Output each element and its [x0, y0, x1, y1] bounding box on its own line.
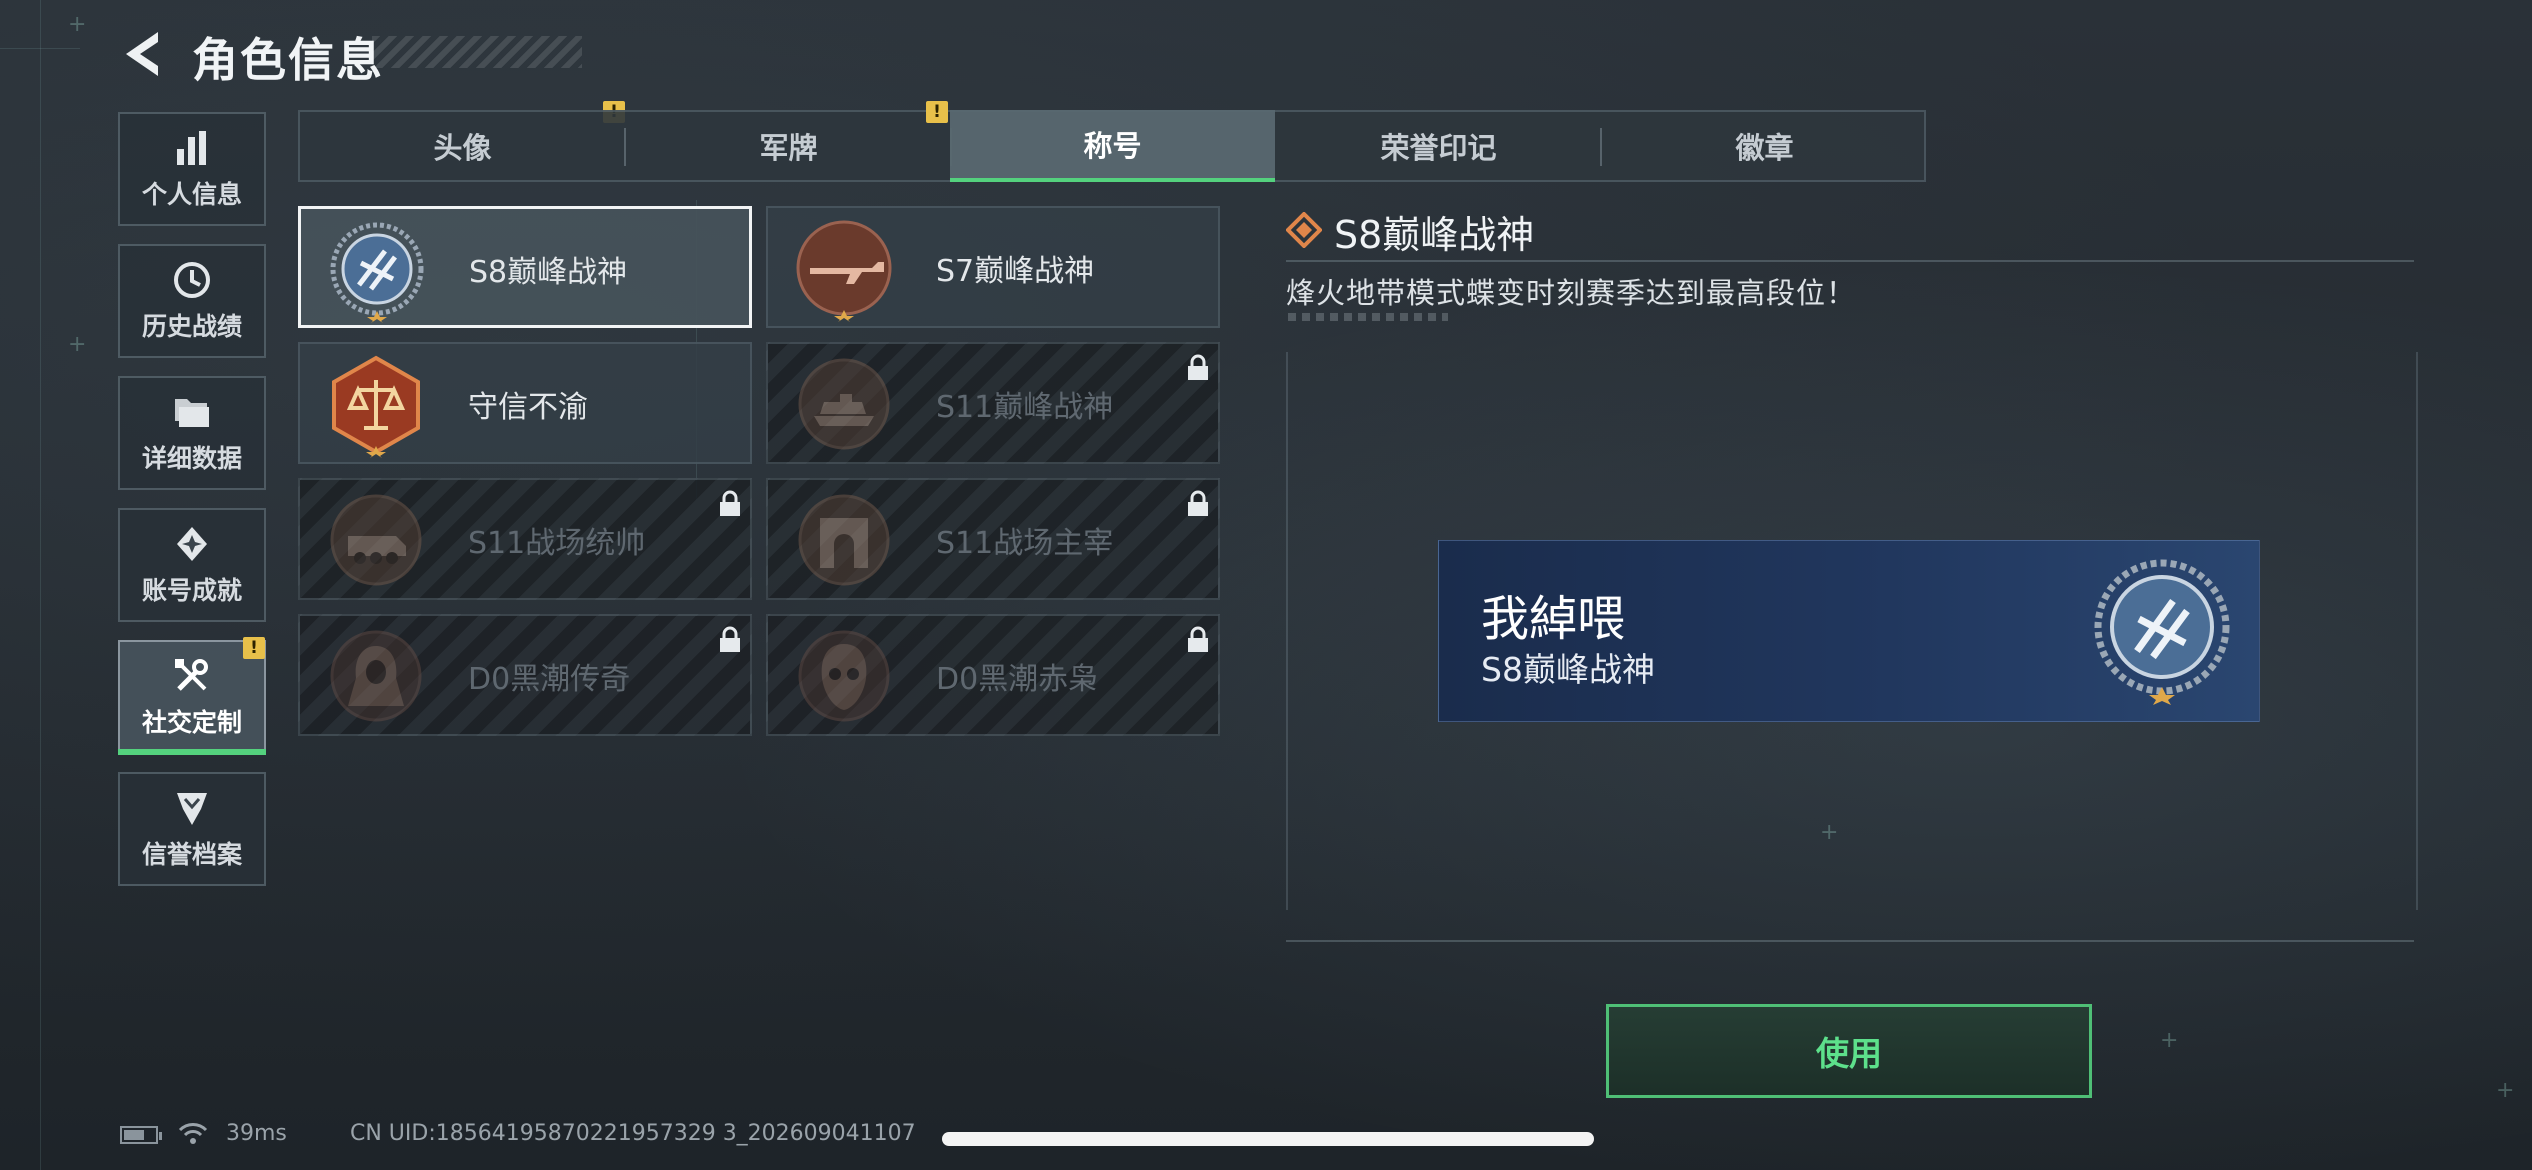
skull-mask-emblem-icon: [798, 630, 890, 722]
preview-player-name: 我綽喂: [1481, 591, 1626, 647]
sidebar-active-indicator: [118, 749, 266, 755]
sidebar-item-personal-info[interactable]: 个人信息: [118, 112, 266, 226]
title-decoration-stripe: [372, 36, 582, 68]
laurel-emblem-icon: [2094, 559, 2230, 705]
hooded-figure-emblem-icon: [330, 630, 422, 722]
title-name: S11战场统帅: [468, 526, 646, 561]
title-name: S11战场主宰: [936, 526, 1114, 561]
title-name: 守信不渝: [468, 390, 588, 425]
sidebar-item-achievements[interactable]: 账号成就: [118, 508, 266, 622]
lock-icon: [1188, 354, 1208, 380]
battery-icon: [120, 1126, 162, 1144]
sidebar-item-label: 信誉档案: [141, 840, 242, 869]
arch-emblem-icon: [798, 494, 890, 586]
detail-divider: [1286, 260, 2414, 262]
title-card-d0-black-tide-owl[interactable]: D0黑潮赤枭: [766, 614, 1220, 736]
preview-divider: [1286, 940, 2414, 942]
hud-frame-line: [0, 48, 80, 49]
preview-title: S8巅峰战神: [1481, 650, 1655, 689]
detail-title: S8巅峰战神: [1334, 213, 1535, 257]
bar-chart-icon: [177, 131, 206, 165]
title-card-d0-black-tide-legend[interactable]: D0黑潮传奇: [298, 614, 752, 736]
sidebar-item-label: 个人信息: [141, 180, 242, 209]
folder-icon: [175, 399, 209, 427]
rifle-emblem-icon: [796, 220, 892, 322]
title-card-s11-dominator[interactable]: S11战场主宰: [766, 478, 1220, 600]
laurel-emblem-icon: [330, 222, 424, 323]
armored-car-emblem-icon: [330, 494, 422, 586]
history-clock-icon: [174, 262, 210, 298]
diamond-marker-icon: [1286, 212, 1322, 248]
back-arrow-icon[interactable]: [118, 28, 166, 80]
tab-avatar[interactable]: 头像: [300, 110, 625, 182]
title-card-s11-commander[interactable]: S11战场统帅: [298, 478, 752, 600]
lock-icon: [1188, 626, 1208, 652]
hud-cross-marker: +: [2160, 1028, 2179, 1053]
detail-decoration: [1288, 313, 1448, 321]
tab-title[interactable]: 称号: [950, 110, 1275, 182]
uid-readout: CN UID:18564195870221957329 3_2026090411…: [350, 1121, 916, 1146]
hud-cross-marker: +: [68, 332, 87, 357]
sidebar-item-label: 历史战绩: [141, 312, 242, 341]
title-card-s8-peak[interactable]: S8巅峰战神: [298, 206, 752, 328]
sidebar-item-label: 社交定制: [141, 708, 242, 737]
title-card-s11-peak[interactable]: S11巅峰战神: [766, 342, 1220, 464]
use-button[interactable]: 使用: [1606, 1004, 2092, 1098]
shield-rank-icon: [177, 793, 207, 825]
detail-description: 烽火地带模式蝶变时刻赛季达到最高段位！: [1286, 276, 1857, 310]
title-card-s7-peak[interactable]: S7巅峰战神: [766, 206, 1220, 328]
tab-badge[interactable]: 徽章: [1602, 110, 1927, 182]
title-name: D0黑潮传奇: [468, 662, 631, 697]
hud-cross-marker: +: [2496, 1078, 2515, 1103]
title-name: S11巅峰战神: [936, 390, 1114, 425]
lock-icon: [720, 490, 740, 516]
page-title: 角色信息: [192, 33, 384, 87]
lock-icon: [1188, 490, 1208, 516]
ping-readout: 39ms: [226, 1121, 287, 1146]
sidebar-item-history[interactable]: 历史战绩: [118, 244, 266, 358]
sidebar-item-label: 账号成就: [141, 576, 242, 605]
title-name: D0黑潮赤枭: [936, 662, 1099, 697]
tools-icon: [175, 659, 208, 691]
wifi-icon: [178, 1123, 208, 1144]
namecard-preview: 我綽喂 S8巅峰战神: [1438, 540, 2260, 722]
title-name: S7巅峰战神: [936, 254, 1095, 289]
sidebar-item-label: 详细数据: [141, 444, 242, 473]
achievement-icon: [177, 527, 207, 561]
scales-emblem-icon: [332, 355, 420, 458]
title-card-keep-faith[interactable]: 守信不渝: [298, 342, 752, 464]
tab-honor-mark[interactable]: 荣誉印记: [1276, 110, 1601, 182]
home-indicator[interactable]: [942, 1132, 1594, 1146]
hud-cross-marker: +: [68, 12, 87, 37]
tab-alert-badge: !: [926, 101, 948, 123]
tab-dog-tag[interactable]: 军牌: [626, 110, 951, 182]
sidebar-alert-badge: !: [243, 637, 265, 659]
sidebar-item-credit-file[interactable]: 信誉档案: [118, 772, 266, 886]
sidebar-item-detailed-data[interactable]: 详细数据: [118, 376, 266, 490]
lock-icon: [720, 626, 740, 652]
tank-emblem-icon: [798, 358, 890, 450]
hud-frame-line: [40, 0, 41, 1170]
title-name: S8巅峰战神: [469, 255, 628, 290]
